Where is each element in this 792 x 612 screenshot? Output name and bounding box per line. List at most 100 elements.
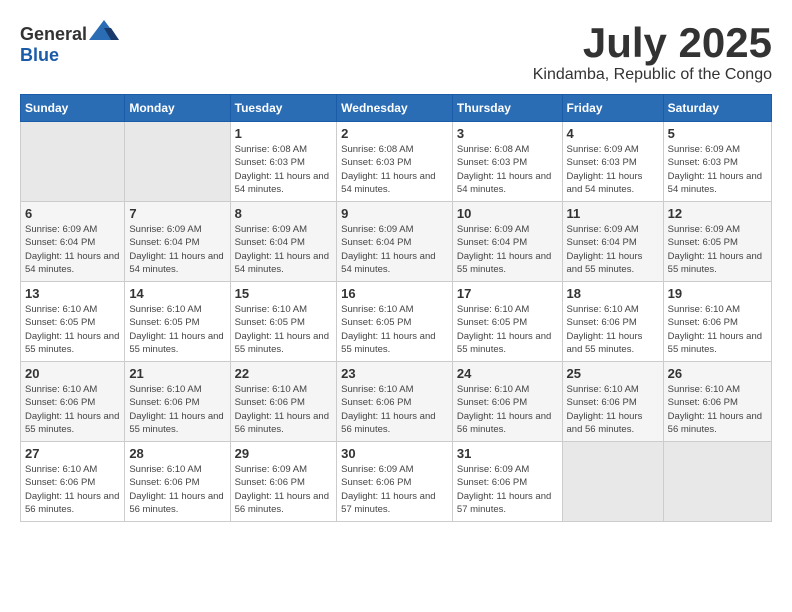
day-info: Sunrise: 6:10 AM Sunset: 6:06 PM Dayligh… bbox=[25, 463, 120, 516]
day-number: 22 bbox=[235, 366, 333, 381]
calendar-cell: 3 Sunrise: 6:08 AM Sunset: 6:03 PM Daylig… bbox=[452, 122, 562, 202]
day-info: Sunrise: 6:10 AM Sunset: 6:06 PM Dayligh… bbox=[457, 383, 558, 436]
day-number: 7 bbox=[129, 206, 225, 221]
day-info: Sunrise: 6:09 AM Sunset: 6:04 PM Dayligh… bbox=[25, 223, 120, 276]
calendar-cell: 15 Sunrise: 6:10 AM Sunset: 6:05 PM Dayli… bbox=[230, 282, 337, 362]
day-info: Sunrise: 6:10 AM Sunset: 6:06 PM Dayligh… bbox=[567, 303, 659, 356]
day-number: 4 bbox=[567, 126, 659, 141]
weekday-header-tuesday: Tuesday bbox=[230, 95, 337, 122]
day-number: 19 bbox=[668, 286, 767, 301]
day-info: Sunrise: 6:08 AM Sunset: 6:03 PM Dayligh… bbox=[341, 143, 448, 196]
title-block: July 2025 Kindamba, Republic of the Cong… bbox=[533, 20, 772, 84]
day-number: 28 bbox=[129, 446, 225, 461]
calendar-cell: 5 Sunrise: 6:09 AM Sunset: 6:03 PM Daylig… bbox=[663, 122, 771, 202]
day-number: 31 bbox=[457, 446, 558, 461]
day-number: 10 bbox=[457, 206, 558, 221]
calendar-cell: 19 Sunrise: 6:10 AM Sunset: 6:06 PM Dayli… bbox=[663, 282, 771, 362]
day-number: 26 bbox=[668, 366, 767, 381]
calendar-table: SundayMondayTuesdayWednesdayThursdayFrid… bbox=[20, 94, 772, 522]
day-number: 24 bbox=[457, 366, 558, 381]
calendar-week-row: 20 Sunrise: 6:10 AM Sunset: 6:06 PM Dayli… bbox=[21, 362, 772, 442]
calendar-cell: 4 Sunrise: 6:09 AM Sunset: 6:03 PM Daylig… bbox=[562, 122, 663, 202]
calendar-cell: 21 Sunrise: 6:10 AM Sunset: 6:06 PM Dayli… bbox=[125, 362, 230, 442]
day-number: 6 bbox=[25, 206, 120, 221]
day-info: Sunrise: 6:08 AM Sunset: 6:03 PM Dayligh… bbox=[235, 143, 333, 196]
day-number: 14 bbox=[129, 286, 225, 301]
calendar-cell: 27 Sunrise: 6:10 AM Sunset: 6:06 PM Dayli… bbox=[21, 442, 125, 522]
calendar-cell: 13 Sunrise: 6:10 AM Sunset: 6:05 PM Dayli… bbox=[21, 282, 125, 362]
day-number: 12 bbox=[668, 206, 767, 221]
day-info: Sunrise: 6:10 AM Sunset: 6:06 PM Dayligh… bbox=[668, 383, 767, 436]
weekday-header-monday: Monday bbox=[125, 95, 230, 122]
day-info: Sunrise: 6:09 AM Sunset: 6:04 PM Dayligh… bbox=[341, 223, 448, 276]
calendar-cell: 31 Sunrise: 6:09 AM Sunset: 6:06 PM Dayli… bbox=[452, 442, 562, 522]
day-info: Sunrise: 6:10 AM Sunset: 6:06 PM Dayligh… bbox=[129, 383, 225, 436]
day-info: Sunrise: 6:08 AM Sunset: 6:03 PM Dayligh… bbox=[457, 143, 558, 196]
logo: General Blue bbox=[20, 20, 119, 66]
calendar-cell: 24 Sunrise: 6:10 AM Sunset: 6:06 PM Dayli… bbox=[452, 362, 562, 442]
day-info: Sunrise: 6:09 AM Sunset: 6:06 PM Dayligh… bbox=[457, 463, 558, 516]
calendar-cell: 6 Sunrise: 6:09 AM Sunset: 6:04 PM Daylig… bbox=[21, 202, 125, 282]
calendar-cell: 14Sunrise: 6:10 AM Sunset: 6:05 PM Dayli… bbox=[125, 282, 230, 362]
day-info: Sunrise: 6:10 AM Sunset: 6:05 PM Dayligh… bbox=[457, 303, 558, 356]
day-info: Sunrise: 6:09 AM Sunset: 6:06 PM Dayligh… bbox=[341, 463, 448, 516]
page-header: General Blue July 2025 Kindamba, Republi… bbox=[20, 20, 772, 84]
day-info: Sunrise: 6:09 AM Sunset: 6:03 PM Dayligh… bbox=[567, 143, 659, 196]
day-number: 23 bbox=[341, 366, 448, 381]
weekday-header-saturday: Saturday bbox=[663, 95, 771, 122]
day-info: Sunrise: 6:10 AM Sunset: 6:05 PM Dayligh… bbox=[235, 303, 333, 356]
day-number: 3 bbox=[457, 126, 558, 141]
logo-blue: Blue bbox=[20, 45, 59, 65]
day-number: 1 bbox=[235, 126, 333, 141]
day-info: Sunrise: 6:10 AM Sunset: 6:06 PM Dayligh… bbox=[235, 383, 333, 436]
day-info: Sunrise: 6:09 AM Sunset: 6:04 PM Dayligh… bbox=[235, 223, 333, 276]
day-number: 15 bbox=[235, 286, 333, 301]
day-info: Sunrise: 6:09 AM Sunset: 6:03 PM Dayligh… bbox=[668, 143, 767, 196]
calendar-header-row: SundayMondayTuesdayWednesdayThursdayFrid… bbox=[21, 95, 772, 122]
day-info: Sunrise: 6:10 AM Sunset: 6:06 PM Dayligh… bbox=[567, 383, 659, 436]
calendar-cell: 16Sunrise: 6:10 AM Sunset: 6:05 PM Dayli… bbox=[337, 282, 453, 362]
calendar-week-row: 1 Sunrise: 6:08 AM Sunset: 6:03 PM Daylig… bbox=[21, 122, 772, 202]
calendar-cell: 1 Sunrise: 6:08 AM Sunset: 6:03 PM Daylig… bbox=[230, 122, 337, 202]
logo-general: General bbox=[20, 24, 87, 44]
calendar-cell: 28Sunrise: 6:10 AM Sunset: 6:06 PM Dayli… bbox=[125, 442, 230, 522]
calendar-cell: 17 Sunrise: 6:10 AM Sunset: 6:05 PM Dayli… bbox=[452, 282, 562, 362]
day-number: 13 bbox=[25, 286, 120, 301]
day-number: 30 bbox=[341, 446, 448, 461]
calendar-cell: 23Sunrise: 6:10 AM Sunset: 6:06 PM Dayli… bbox=[337, 362, 453, 442]
day-info: Sunrise: 6:09 AM Sunset: 6:04 PM Dayligh… bbox=[457, 223, 558, 276]
day-info: Sunrise: 6:09 AM Sunset: 6:04 PM Dayligh… bbox=[129, 223, 225, 276]
day-number: 20 bbox=[25, 366, 120, 381]
day-number: 8 bbox=[235, 206, 333, 221]
day-number: 27 bbox=[25, 446, 120, 461]
day-number: 16 bbox=[341, 286, 448, 301]
month-year-title: July 2025 bbox=[533, 20, 772, 66]
day-info: Sunrise: 6:10 AM Sunset: 6:05 PM Dayligh… bbox=[25, 303, 120, 356]
calendar-cell: 9Sunrise: 6:09 AM Sunset: 6:04 PM Daylig… bbox=[337, 202, 453, 282]
day-number: 5 bbox=[668, 126, 767, 141]
calendar-cell: 22 Sunrise: 6:10 AM Sunset: 6:06 PM Dayli… bbox=[230, 362, 337, 442]
calendar-cell: 8 Sunrise: 6:09 AM Sunset: 6:04 PM Daylig… bbox=[230, 202, 337, 282]
calendar-cell: 2Sunrise: 6:08 AM Sunset: 6:03 PM Daylig… bbox=[337, 122, 453, 202]
location-subtitle: Kindamba, Republic of the Congo bbox=[533, 66, 772, 84]
calendar-cell bbox=[21, 122, 125, 202]
day-number: 21 bbox=[129, 366, 225, 381]
calendar-week-row: 6 Sunrise: 6:09 AM Sunset: 6:04 PM Daylig… bbox=[21, 202, 772, 282]
day-info: Sunrise: 6:10 AM Sunset: 6:06 PM Dayligh… bbox=[668, 303, 767, 356]
calendar-cell: 30 Sunrise: 6:09 AM Sunset: 6:06 PM Dayli… bbox=[337, 442, 453, 522]
calendar-cell bbox=[562, 442, 663, 522]
day-number: 29 bbox=[235, 446, 333, 461]
day-number: 18 bbox=[567, 286, 659, 301]
weekday-header-friday: Friday bbox=[562, 95, 663, 122]
calendar-cell: 20 Sunrise: 6:10 AM Sunset: 6:06 PM Dayli… bbox=[21, 362, 125, 442]
day-info: Sunrise: 6:10 AM Sunset: 6:06 PM Dayligh… bbox=[25, 383, 120, 436]
calendar-cell: 29Sunrise: 6:09 AM Sunset: 6:06 PM Dayli… bbox=[230, 442, 337, 522]
day-number: 17 bbox=[457, 286, 558, 301]
calendar-cell: 11Sunrise: 6:09 AM Sunset: 6:04 PM Dayli… bbox=[562, 202, 663, 282]
calendar-cell: 26 Sunrise: 6:10 AM Sunset: 6:06 PM Dayli… bbox=[663, 362, 771, 442]
calendar-cell: 25Sunrise: 6:10 AM Sunset: 6:06 PM Dayli… bbox=[562, 362, 663, 442]
calendar-cell bbox=[663, 442, 771, 522]
day-number: 11 bbox=[567, 206, 659, 221]
calendar-cell: 7 Sunrise: 6:09 AM Sunset: 6:04 PM Daylig… bbox=[125, 202, 230, 282]
weekday-header-sunday: Sunday bbox=[21, 95, 125, 122]
